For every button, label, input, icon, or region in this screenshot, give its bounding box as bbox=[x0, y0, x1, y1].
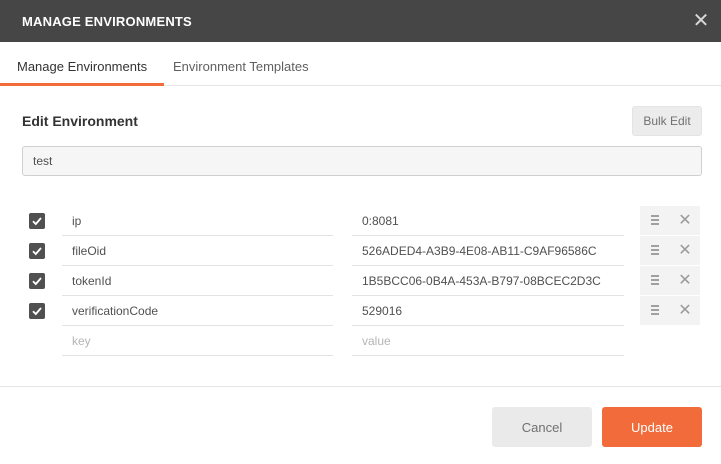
new-key-input[interactable]: key bbox=[62, 326, 333, 356]
delete-icon[interactable]: ✕ bbox=[677, 242, 693, 260]
variable-enabled-checkbox[interactable] bbox=[29, 213, 45, 229]
close-icon[interactable]: ✕ bbox=[689, 9, 713, 33]
hamburger-icon[interactable] bbox=[649, 305, 661, 317]
section-title: Edit Environment bbox=[22, 113, 138, 129]
dialog-title: MANAGE ENVIRONMENTS bbox=[22, 14, 192, 29]
new-variable-row: key value bbox=[0, 326, 721, 356]
update-button[interactable]: Update bbox=[602, 407, 702, 447]
hamburger-icon[interactable] bbox=[649, 275, 661, 287]
variable-enabled-checkbox[interactable] bbox=[29, 273, 45, 289]
variable-enabled-checkbox[interactable] bbox=[29, 303, 45, 319]
variable-value-field[interactable]: 0:8081 bbox=[352, 206, 624, 236]
variable-row: verificationCode 529016 ✕ bbox=[0, 296, 721, 326]
variable-key-field[interactable]: fileOid bbox=[62, 236, 333, 266]
delete-icon[interactable]: ✕ bbox=[677, 212, 693, 230]
bulk-edit-button[interactable]: Bulk Edit bbox=[632, 106, 702, 136]
check-icon bbox=[32, 247, 42, 256]
new-value-input[interactable]: value bbox=[352, 326, 624, 356]
row-actions: ✕ bbox=[640, 266, 700, 296]
check-icon bbox=[32, 217, 42, 226]
row-actions: ✕ bbox=[640, 296, 700, 326]
tab-bar: Manage Environments Environment Template… bbox=[0, 42, 721, 86]
tab-environment-templates[interactable]: Environment Templates bbox=[156, 42, 326, 85]
hamburger-icon[interactable] bbox=[649, 245, 661, 257]
footer-divider bbox=[0, 386, 721, 387]
dialog-titlebar: MANAGE ENVIRONMENTS ✕ bbox=[0, 0, 721, 42]
hamburger-icon[interactable] bbox=[649, 215, 661, 227]
environment-name-input[interactable] bbox=[22, 146, 702, 176]
row-actions: ✕ bbox=[640, 236, 700, 266]
variable-key-field[interactable]: tokenId bbox=[62, 266, 333, 296]
variable-key-field[interactable]: verificationCode bbox=[62, 296, 333, 326]
variable-value-field[interactable]: 1B5BCC06-0B4A-453A-B797-08BCEC2D3C bbox=[352, 266, 624, 296]
variable-value-field[interactable]: 526ADED4-A3B9-4E08-AB11-C9AF96586C bbox=[352, 236, 624, 266]
variable-key-field[interactable]: ip bbox=[62, 206, 333, 236]
cancel-button[interactable]: Cancel bbox=[492, 407, 592, 447]
delete-icon[interactable]: ✕ bbox=[677, 302, 693, 320]
row-actions: ✕ bbox=[640, 206, 700, 236]
check-icon bbox=[32, 307, 42, 316]
delete-icon[interactable]: ✕ bbox=[677, 272, 693, 290]
variable-row: ip 0:8081 ✕ bbox=[0, 206, 721, 236]
variable-row: tokenId 1B5BCC06-0B4A-453A-B797-08BCEC2D… bbox=[0, 266, 721, 296]
check-icon bbox=[32, 277, 42, 286]
variable-row: fileOid 526ADED4-A3B9-4E08-AB11-C9AF9658… bbox=[0, 236, 721, 266]
variable-value-field[interactable]: 529016 bbox=[352, 296, 624, 326]
variable-enabled-checkbox[interactable] bbox=[29, 243, 45, 259]
tab-manage-environments[interactable]: Manage Environments bbox=[0, 42, 165, 86]
